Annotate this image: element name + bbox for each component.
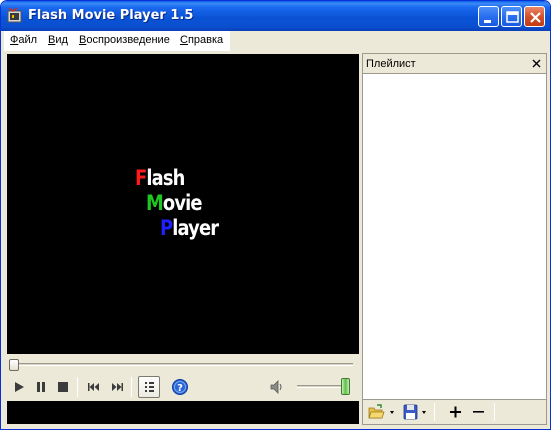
next-icon [112, 383, 123, 391]
logo-word-movie: ovie [162, 191, 203, 215]
stop-icon [58, 382, 68, 392]
save-playlist-button[interactable] [401, 403, 429, 421]
minimize-button[interactable] [478, 6, 499, 27]
menu-file[interactable]: Файл [10, 34, 37, 46]
save-icon [403, 404, 426, 420]
logo-letter-m: M [146, 191, 164, 215]
app-window: Flash Movie Player 1.5 Файл Вид Воспроиз… [0, 0, 551, 430]
logo-line-player: Player [160, 216, 219, 240]
playlist-list[interactable] [363, 74, 546, 400]
menu-help-accel: С [180, 34, 188, 46]
pause-button[interactable] [31, 377, 51, 397]
close-button[interactable] [524, 6, 545, 27]
controls-separator [131, 377, 132, 397]
window-title: Flash Movie Player 1.5 [28, 8, 194, 23]
playlist-header: Плейлист [363, 54, 546, 74]
remove-item-button[interactable] [469, 403, 489, 421]
stop-button[interactable] [53, 377, 73, 397]
playlist-toolbar [363, 400, 546, 424]
playback-controls: ? [7, 375, 359, 399]
title-bar[interactable]: Flash Movie Player 1.5 [1, 1, 550, 31]
menu-view[interactable]: Вид [48, 34, 68, 46]
logo-line-movie: Movie [146, 191, 202, 215]
menu-help-label: правка [187, 34, 224, 46]
minimize-icon [484, 20, 491, 23]
menu-playback-label: оспроизведение [86, 34, 170, 46]
logo-letter-p: P [160, 216, 173, 240]
menu-view-label: ид [55, 34, 68, 46]
logo-word-player: layer [172, 216, 219, 240]
status-bar [7, 401, 359, 424]
playlist-title: Плейлист [366, 58, 416, 70]
logo-word-flash: lash [146, 166, 185, 190]
playlist-close-button[interactable] [530, 57, 543, 70]
volume-slider-thumb[interactable] [341, 378, 350, 395]
controls-separator [77, 377, 78, 397]
mute-button[interactable] [267, 377, 287, 397]
close-icon [532, 59, 541, 68]
play-icon [15, 382, 24, 392]
logo-line-flash: Flash [135, 166, 185, 190]
play-button[interactable] [9, 377, 29, 397]
app-icon[interactable] [7, 7, 23, 23]
maximize-button[interactable] [501, 6, 522, 27]
next-button[interactable] [107, 377, 127, 397]
previous-button[interactable] [84, 377, 104, 397]
maximize-icon [506, 11, 519, 23]
playlist-panel: Плейлист [362, 53, 547, 425]
menu-playback[interactable]: Воспроизведение [79, 34, 170, 46]
remove-icon [473, 411, 484, 413]
seek-bar[interactable] [7, 355, 359, 375]
menu-help[interactable]: Справка [180, 34, 223, 46]
menu-file-label: айл [18, 34, 38, 46]
close-icon [530, 12, 541, 23]
previous-icon [88, 383, 99, 391]
svg-text:?: ? [177, 383, 183, 394]
playlist-icon [145, 382, 154, 392]
menu-bar: Файл Вид Воспроизведение Справка [4, 31, 230, 51]
playlist-toolbar-separator [494, 403, 495, 421]
speaker-icon [270, 380, 282, 394]
add-icon [450, 406, 461, 418]
add-item-button[interactable] [446, 403, 466, 421]
seek-thumb[interactable] [9, 359, 19, 371]
seek-track[interactable] [11, 363, 353, 366]
logo-letter-f: F [135, 166, 147, 190]
open-file-button[interactable] [367, 403, 395, 421]
help-icon: ? [172, 379, 188, 395]
pause-icon [37, 382, 45, 392]
playlist-toggle-button[interactable] [138, 376, 160, 398]
playlist-toolbar-separator [434, 403, 435, 421]
help-button[interactable]: ? [170, 377, 190, 397]
video-display[interactable]: Flash Movie Player [7, 54, 359, 354]
open-folder-icon [368, 404, 394, 419]
